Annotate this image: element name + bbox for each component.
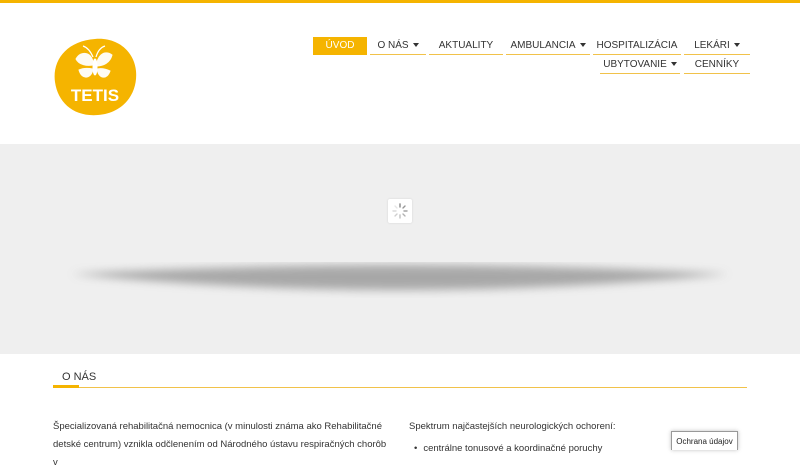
svg-text:TETIS: TETIS [71, 86, 119, 105]
nav-item-aktuality[interactable]: AKTUALITY [429, 37, 503, 55]
nav-item-label: AMBULANCIA [510, 40, 576, 51]
nav-item-hospitalizacia[interactable]: HOSPITALIZÁCIA [593, 37, 681, 55]
nav-item-label: CENNÍKY [694, 59, 740, 70]
about-paragraph: Špecializovaná rehabilitačná nemocnica (… [53, 421, 387, 468]
caret-down-icon [579, 43, 586, 48]
nav-item-label: AKTUALITY [438, 40, 494, 51]
nav-item-label: O NÁS [377, 40, 409, 51]
nav-item-cenniky[interactable]: CENNÍKY [684, 56, 750, 74]
hero-slider [0, 144, 800, 354]
caret-down-icon [670, 62, 677, 67]
nav-item-o-nas[interactable]: O NÁS [370, 37, 426, 55]
privacy-button[interactable]: Ochrana údajov [671, 431, 738, 450]
spectrum-heading: Spektrum najčastejších neurologických oc… [409, 421, 616, 432]
heading-accent [53, 385, 79, 388]
site-header: TETIS ÚVOD O NÁS AKTUALITY AMBULANCIA HO… [0, 3, 800, 144]
nav-item-ubytovanie[interactable]: UBYTOVANIE [600, 56, 680, 74]
caret-down-icon [733, 43, 740, 48]
spinner-icon [388, 199, 412, 223]
nav-item-uvod[interactable]: ÚVOD [313, 37, 367, 55]
caret-down-icon [412, 43, 419, 48]
tetis-logo[interactable]: TETIS [52, 35, 138, 117]
nav-item-label: ÚVOD [325, 40, 355, 51]
nav-item-label: LEKÁRI [694, 40, 730, 51]
section-heading: O NÁS [53, 370, 747, 388]
slider-shadow [71, 265, 729, 290]
section-title: O NÁS [62, 371, 97, 383]
nav-item-label: HOSPITALIZÁCIA [596, 40, 678, 51]
nav-item-lekari[interactable]: LEKÁRI [684, 37, 750, 55]
nav-item-label: UBYTOVANIE [603, 59, 667, 70]
list-item: centrálne tonusové a koordinačné poruchy [414, 440, 602, 458]
nav-item-ambulancia[interactable]: AMBULANCIA [506, 37, 590, 55]
